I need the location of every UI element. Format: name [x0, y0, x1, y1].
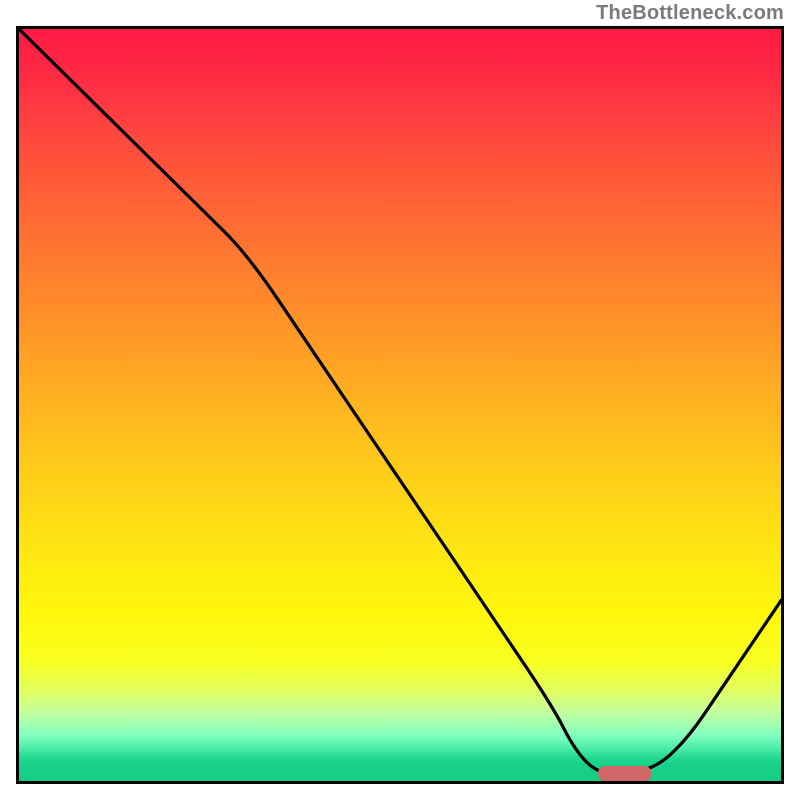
optimal-marker — [598, 766, 651, 781]
bottleneck-curve — [19, 29, 781, 774]
chart-svg — [19, 29, 781, 781]
plot-area — [16, 26, 784, 784]
watermark-text: TheBottleneck.com — [596, 2, 784, 25]
chart-container: TheBottleneck.com — [0, 0, 800, 800]
